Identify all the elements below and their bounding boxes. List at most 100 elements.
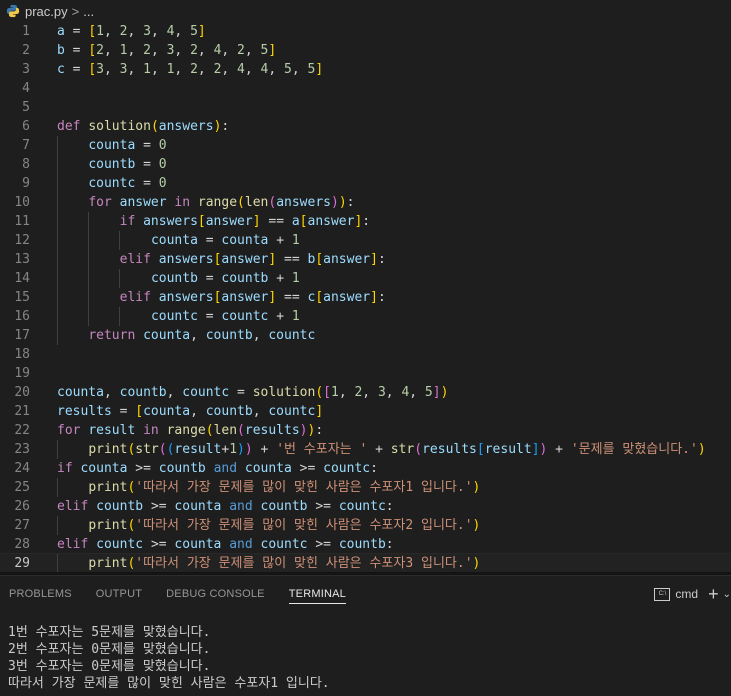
code-text: b = [2, 1, 2, 3, 2, 4, 2, 5] — [57, 43, 277, 58]
code-line[interactable]: 19 — [0, 364, 731, 383]
code-text: print(str((result+1)) + '번 수포자는 ' + str(… — [88, 442, 706, 457]
line-number: 13 — [14, 252, 30, 267]
bottom-panel: PROBLEMS OUTPUT DEBUG CONSOLE TERMINAL C… — [0, 575, 731, 696]
code-line[interactable]: 24 if counta >= countb and counta >= coun… — [0, 459, 731, 478]
code-line[interactable]: 18 — [0, 345, 731, 364]
code-text: countc = 0 — [88, 176, 167, 191]
line-number: 24 — [14, 461, 30, 476]
code-line[interactable]: 17 return counta, countb, countc — [0, 326, 731, 345]
line-number: 9 — [22, 176, 30, 191]
code-text: counta = 0 — [88, 138, 167, 153]
python-file-icon — [6, 4, 20, 18]
line-number: 28 — [14, 537, 30, 552]
code-text: for result in range(len(results)): — [57, 423, 324, 438]
code-text: countc = countc + 1 — [150, 309, 300, 324]
terminal-line: 따라서 가장 문제를 많이 맞힌 사람은 수포자1 입니다. — [8, 676, 330, 691]
line-number: 5 — [22, 100, 30, 115]
line-number: 29 — [14, 556, 30, 571]
code-line[interactable]: 13 elif answers[answer] == b[answer]: — [0, 250, 731, 269]
code-line[interactable]: 15 elif answers[answer] == c[answer]: — [0, 288, 731, 307]
code-text: print('따라서 가장 문제를 많이 맞힌 사람은 수포자2 입니다.') — [88, 518, 481, 533]
code-line[interactable]: 6 def solution(answers): — [0, 117, 731, 136]
code-text: countb = 0 — [88, 157, 167, 172]
code-line[interactable]: 5 — [0, 98, 731, 117]
line-number: 26 — [14, 499, 30, 514]
code-text: for answer in range(len(answers)): — [88, 195, 355, 210]
code-line[interactable]: 1 a = [1, 2, 3, 4, 5] — [0, 22, 731, 41]
code-line[interactable]: 4 — [0, 79, 731, 98]
code-line[interactable]: 11 if answers[answer] == a[answer]: — [0, 212, 731, 231]
terminal-line: 1번 수포자는 5문제를 맞혔습니다. — [8, 625, 211, 640]
code-text: if counta >= countb and counta >= countc… — [57, 461, 378, 476]
code-editor[interactable]: 1 a = [1, 2, 3, 4, 5] 2 b = [2, 1, 2, 3, 2,… — [0, 22, 731, 574]
terminal-line: 2번 수포자는 0문제를 맞혔습니다. — [8, 642, 211, 657]
line-number: 8 — [22, 157, 30, 172]
line-number: 20 — [14, 385, 30, 400]
code-text: elif countc >= counta and countc >= coun… — [57, 537, 394, 552]
code-line[interactable]: 21 results = [counta, countb, countc] — [0, 402, 731, 421]
code-line[interactable]: 7 counta = 0 — [0, 136, 731, 155]
line-number: 16 — [14, 309, 30, 324]
breadcrumb-separator: > — [71, 3, 80, 19]
line-number: 21 — [14, 404, 30, 419]
terminal-controls: C:\ cmd + ⌄ — [654, 576, 731, 612]
code-line[interactable]: 22 for result in range(len(results)): — [0, 421, 731, 440]
code-line[interactable]: 2 b = [2, 1, 2, 3, 2, 4, 2, 5] — [0, 41, 731, 60]
terminal-output[interactable]: 1번 수포자는 5문제를 맞혔습니다. 2번 수포자는 0문제를 맞혔습니다. 3번… — [8, 624, 330, 692]
new-terminal-icon[interactable]: + — [708, 584, 719, 605]
code-text: if answers[answer] == a[answer]: — [119, 214, 371, 229]
code-line[interactable]: 9 countc = 0 — [0, 174, 731, 193]
terminal-icon: C:\ — [654, 587, 671, 601]
code-line[interactable]: 27 print('따라서 가장 문제를 많이 맞힌 사람은 수포자2 입니다.… — [0, 516, 731, 535]
code-line[interactable]: 20 counta, countb, countc = solution([1, … — [0, 383, 731, 402]
code-text: counta, countb, countc = solution([1, 2,… — [57, 385, 449, 400]
line-number: 25 — [14, 480, 30, 495]
code-line[interactable]: 25 print('따라서 가장 문제를 많이 맞힌 사람은 수포자1 입니다.… — [0, 478, 731, 497]
code-line[interactable]: 8 countb = 0 — [0, 155, 731, 174]
line-number: 6 — [22, 119, 30, 134]
code-line[interactable]: 23 print(str((result+1)) + '번 수포자는 ' + s… — [0, 440, 731, 459]
code-line[interactable]: 12 counta = counta + 1 — [0, 231, 731, 250]
code-line[interactable]: 3 c = [3, 3, 1, 1, 2, 2, 4, 4, 5, 5] — [0, 60, 731, 79]
line-number: 27 — [14, 518, 30, 533]
code-line[interactable]: 10 for answer in range(len(answers)): — [0, 193, 731, 212]
line-number: 17 — [14, 328, 30, 343]
line-number: 11 — [14, 214, 30, 229]
terminal-shell-label[interactable]: cmd — [675, 587, 698, 601]
breadcrumb-file[interactable]: prac.py — [25, 4, 68, 19]
line-number: 10 — [14, 195, 30, 210]
code-line[interactable]: 16 countc = countc + 1 — [0, 307, 731, 326]
code-line[interactable]: 28 elif countc >= counta and countc >= co… — [0, 535, 731, 554]
tab-debug-console[interactable]: DEBUG CONSOLE — [166, 576, 265, 612]
code-text: countb = countb + 1 — [150, 271, 300, 286]
breadcrumb-more[interactable]: ... — [83, 4, 94, 19]
line-number: 2 — [22, 43, 30, 58]
code-text: counta = counta + 1 — [150, 233, 300, 248]
code-text: def solution(answers): — [57, 119, 230, 134]
line-number: 15 — [14, 290, 30, 305]
line-number: 12 — [14, 233, 30, 248]
chevron-down-icon[interactable]: ⌄ — [723, 589, 731, 600]
code-line[interactable]: 14 countb = countb + 1 — [0, 269, 731, 288]
line-number: 14 — [14, 271, 30, 286]
tab-terminal[interactable]: TERMINAL — [288, 576, 347, 612]
code-text: elif answers[answer] == b[answer]: — [119, 252, 386, 267]
code-text: c = [3, 3, 1, 1, 2, 2, 4, 4, 5, 5] — [57, 62, 324, 77]
tab-problems[interactable]: PROBLEMS — [9, 576, 72, 612]
tab-output[interactable]: OUTPUT — [96, 576, 142, 612]
breadcrumb: prac.py > ... — [0, 0, 731, 22]
line-number: 22 — [14, 423, 30, 438]
code-text: results = [counta, countb, countc] — [57, 404, 324, 419]
code-text: print('따라서 가장 문제를 많이 맞힌 사람은 수포자1 입니다.') — [88, 480, 481, 495]
code-line[interactable]: 29 print('따라서 가장 문제를 많이 맞힌 사람은 수포자3 입니다.… — [0, 553, 731, 574]
line-number: 3 — [22, 62, 30, 77]
line-number: 4 — [22, 81, 30, 96]
panel-tabs: PROBLEMS OUTPUT DEBUG CONSOLE TERMINAL — [0, 576, 731, 612]
code-text: elif answers[answer] == c[answer]: — [119, 290, 386, 305]
line-number: 1 — [22, 24, 30, 39]
code-line[interactable]: 26 elif countb >= counta and countb >= co… — [0, 497, 731, 516]
code-text: return counta, countb, countc — [88, 328, 316, 343]
line-number: 7 — [22, 138, 30, 153]
code-text: elif countb >= counta and countb >= coun… — [57, 499, 394, 514]
terminal-line: 3번 수포자는 0문제를 맞혔습니다. — [8, 659, 211, 674]
